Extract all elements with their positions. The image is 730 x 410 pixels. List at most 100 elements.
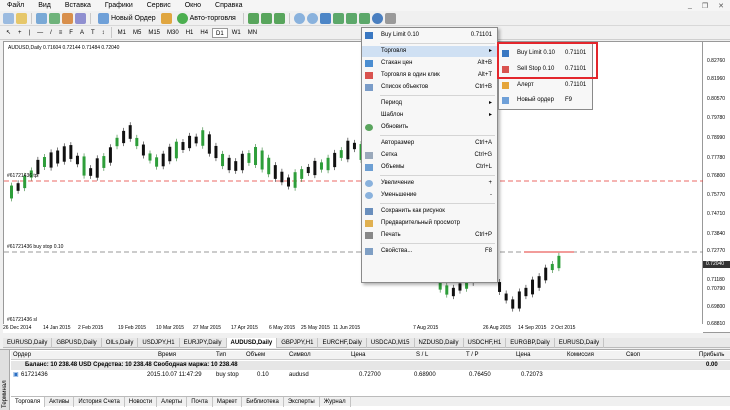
sub-new-order[interactable]: Новый ордер F9	[499, 95, 592, 106]
terminal-tab[interactable]: Эксперты	[284, 397, 320, 407]
menu-help[interactable]: Справка	[208, 2, 249, 9]
periods-icon[interactable]	[371, 12, 383, 24]
col-sl[interactable]: S / L	[416, 351, 428, 360]
chart-tab[interactable]: NZDUSD,Daily	[415, 338, 464, 348]
chart-tab[interactable]: GBPJPY,H1	[277, 338, 319, 348]
text-icon[interactable]: A	[77, 28, 87, 38]
ctx-buy-limit[interactable]: Buy Limit 0.10 0.71101	[362, 30, 497, 41]
ctx-depth[interactable]: Стакан цен Alt+B	[362, 58, 497, 69]
chart-tab[interactable]: EURJPY,Daily	[180, 338, 227, 348]
chart-tab[interactable]: USDJPY,H1	[138, 338, 180, 348]
menu-insert[interactable]: Вставка	[58, 2, 98, 9]
col-type[interactable]: Тип	[216, 351, 226, 360]
col-volume[interactable]: Объем	[246, 351, 265, 360]
ctx-trading[interactable]: Торговля ▸	[362, 46, 497, 57]
menu-view[interactable]: Вид	[31, 2, 58, 9]
horizontal-line-icon[interactable]: —	[34, 28, 46, 38]
chart-tab[interactable]: OILs,Daily	[102, 338, 139, 348]
col-order[interactable]: Ордер	[13, 351, 31, 360]
open-icon[interactable]	[16, 12, 27, 24]
crosshair-icon[interactable]: +	[15, 28, 25, 38]
close-icon[interactable]: ✕	[718, 2, 724, 10]
metaeditor-icon[interactable]	[160, 12, 172, 24]
tf-m30[interactable]: M30	[164, 28, 182, 38]
tf-m1[interactable]: M1	[115, 28, 129, 38]
col-symbol[interactable]: Символ	[289, 351, 311, 360]
terminal-tab[interactable]: Журнал	[320, 397, 351, 407]
ctx-oneclick[interactable]: Торговля в один клик Alt+T	[362, 70, 497, 81]
terminal-tab[interactable]: Почта	[187, 397, 213, 407]
channel-icon[interactable]: ≡	[56, 28, 66, 38]
ctx-objects[interactable]: Список объектов Ctrl+B	[362, 82, 497, 93]
terminal-icon[interactable]	[75, 12, 86, 24]
templates-icon[interactable]	[384, 12, 396, 24]
col-commission[interactable]: Комиссия	[567, 351, 594, 360]
data-window-icon[interactable]	[49, 12, 60, 24]
chart-tab-active[interactable]: AUDUSD,Daily	[226, 338, 278, 348]
terminal-tab[interactable]: Маркет	[213, 397, 243, 407]
market-watch-icon[interactable]	[36, 12, 47, 24]
indicators-icon[interactable]	[358, 12, 370, 24]
autoscroll-icon[interactable]	[345, 12, 357, 24]
col-profit[interactable]: Прибыль	[699, 351, 724, 360]
tf-m15[interactable]: M15	[145, 28, 163, 38]
terminal-tab-active[interactable]: Торговля	[11, 397, 46, 407]
cursor-icon[interactable]: ↖	[3, 28, 14, 38]
label-icon[interactable]: T	[88, 28, 98, 38]
trendline-icon[interactable]: /	[47, 28, 55, 38]
menu-window[interactable]: Окно	[178, 2, 208, 9]
tile-windows-icon[interactable]	[319, 12, 331, 24]
ctx-print-preview[interactable]: Предварительный просмотр	[362, 218, 497, 229]
chart-tab[interactable]: EURUSD,Daily	[555, 338, 605, 348]
ctx-autoscale[interactable]: Авторазмер Ctrl+A	[362, 138, 497, 149]
chart-tab[interactable]: USDCAD,M15	[367, 338, 415, 348]
zoom-out-icon[interactable]	[306, 12, 318, 24]
minimize-icon[interactable]: _	[688, 2, 692, 10]
col-cur-price[interactable]: Цена	[516, 351, 530, 360]
order-row[interactable]: ▣ 61721436 2015.10.07 11:47:29 buy stop …	[11, 371, 730, 380]
menu-tools[interactable]: Сервис	[140, 2, 178, 9]
ctx-template[interactable]: Шаблон ▸	[362, 110, 497, 121]
chart-tab[interactable]: EURUSD,Daily	[3, 338, 53, 348]
tf-h4[interactable]: H4	[197, 28, 211, 38]
new-order-button[interactable]: Новый Ордер	[95, 12, 159, 24]
bar-chart-icon[interactable]	[247, 12, 259, 24]
ctx-print[interactable]: Печать Ctrl+P	[362, 230, 497, 241]
ctx-grid[interactable]: Сетка Ctrl+G	[362, 150, 497, 161]
ctx-zoom-out[interactable]: Уменьшение -	[362, 190, 497, 201]
col-price[interactable]: Цена	[351, 351, 365, 360]
chart-shift-icon[interactable]	[332, 12, 344, 24]
tf-m5[interactable]: M5	[130, 28, 144, 38]
chart-tab[interactable]: GBPUSD,Daily	[52, 338, 102, 348]
chart-tab[interactable]: EURCHF,Daily	[318, 338, 367, 348]
tf-mn[interactable]: MN	[245, 28, 260, 38]
chart-area[interactable]: AUDUSD,Daily 0.71604 0.72144 0.71484 0.7…	[3, 41, 704, 333]
terminal-tab[interactable]: Активы	[45, 397, 75, 407]
line-chart-icon[interactable]	[273, 12, 285, 24]
terminal-tab[interactable]: Библиотека	[242, 397, 284, 407]
chart-tab[interactable]: USDCHF,H1	[464, 338, 507, 348]
ctx-period[interactable]: Период ▸	[362, 98, 497, 109]
candlestick-icon[interactable]	[260, 12, 272, 24]
menu-file[interactable]: Файл	[0, 2, 31, 9]
new-chart-icon[interactable]	[3, 12, 14, 24]
arrows-icon[interactable]: ↕	[99, 28, 108, 38]
col-time[interactable]: Время	[158, 351, 176, 360]
col-tp[interactable]: T / P	[466, 351, 479, 360]
zoom-in-icon[interactable]	[293, 12, 305, 24]
fibo-icon[interactable]: F	[66, 28, 76, 38]
chart-tab[interactable]: EURGBP,Daily	[506, 338, 555, 348]
tf-d1[interactable]: D1	[212, 27, 228, 38]
ctx-volumes[interactable]: Объемы Ctrl+L	[362, 162, 497, 173]
vertical-line-icon[interactable]: |	[26, 28, 34, 38]
terminal-tab[interactable]: Алерты	[157, 397, 188, 407]
terminal-tab[interactable]: История Счета	[74, 397, 125, 407]
tf-h1[interactable]: H1	[183, 28, 197, 38]
tf-w1[interactable]: W1	[229, 28, 244, 38]
ctx-refresh[interactable]: Обновить	[362, 122, 497, 133]
restore-icon[interactable]: ❐	[702, 2, 708, 10]
ctx-properties[interactable]: Свойства... F8	[362, 246, 497, 257]
autotrading-button[interactable]: Авто-торговля	[174, 12, 239, 24]
terminal-tab[interactable]: Новости	[125, 397, 158, 407]
col-swap[interactable]: Своп	[626, 351, 640, 360]
